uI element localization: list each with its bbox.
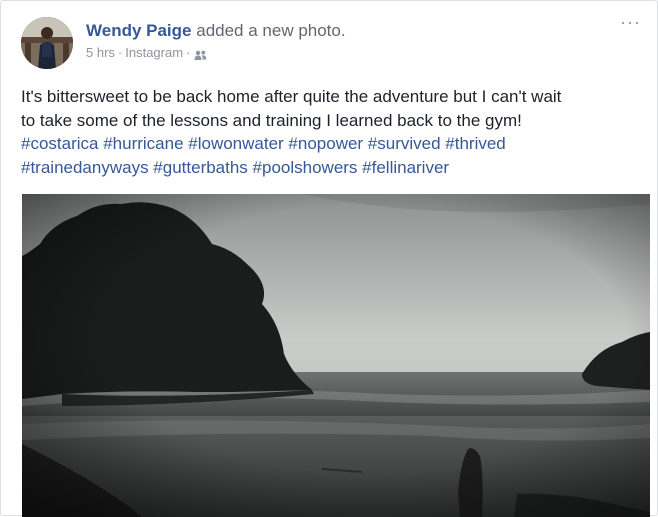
message-line: It's bittersweet to be back home after q… xyxy=(21,87,562,106)
hashtags-line[interactable]: #costarica #hurricane #lowonwater #nopow… xyxy=(21,132,641,156)
post-subline: 5 hrs · Instagram · xyxy=(86,45,346,60)
friends-icon[interactable] xyxy=(194,48,207,60)
post-source: Instagram xyxy=(125,45,184,60)
separator-dot: · xyxy=(186,45,191,60)
post-photo[interactable] xyxy=(22,194,650,517)
message-line: to take some of the lessons and training… xyxy=(21,110,522,130)
post-title-line: Wendy Paige added a new photo. xyxy=(86,20,346,42)
post-action-text: added a new photo. xyxy=(196,21,346,40)
post-message: It's bittersweet to be back home after q… xyxy=(21,85,641,179)
more-options-icon[interactable]: ··· xyxy=(620,13,641,31)
author-avatar[interactable] xyxy=(21,17,73,69)
author-name-link[interactable]: Wendy Paige xyxy=(86,21,192,40)
post-meta: Wendy Paige added a new photo. 5 hrs · I… xyxy=(86,17,346,60)
post-header: Wendy Paige added a new photo. 5 hrs · I… xyxy=(21,17,346,69)
hashtags-line[interactable]: #trainedanyways #gutterbaths #poolshower… xyxy=(21,156,641,180)
feed-post: Wendy Paige added a new photo. 5 hrs · I… xyxy=(0,0,658,517)
post-timestamp[interactable]: 5 hrs xyxy=(86,45,115,60)
separator-dot: · xyxy=(117,45,123,60)
